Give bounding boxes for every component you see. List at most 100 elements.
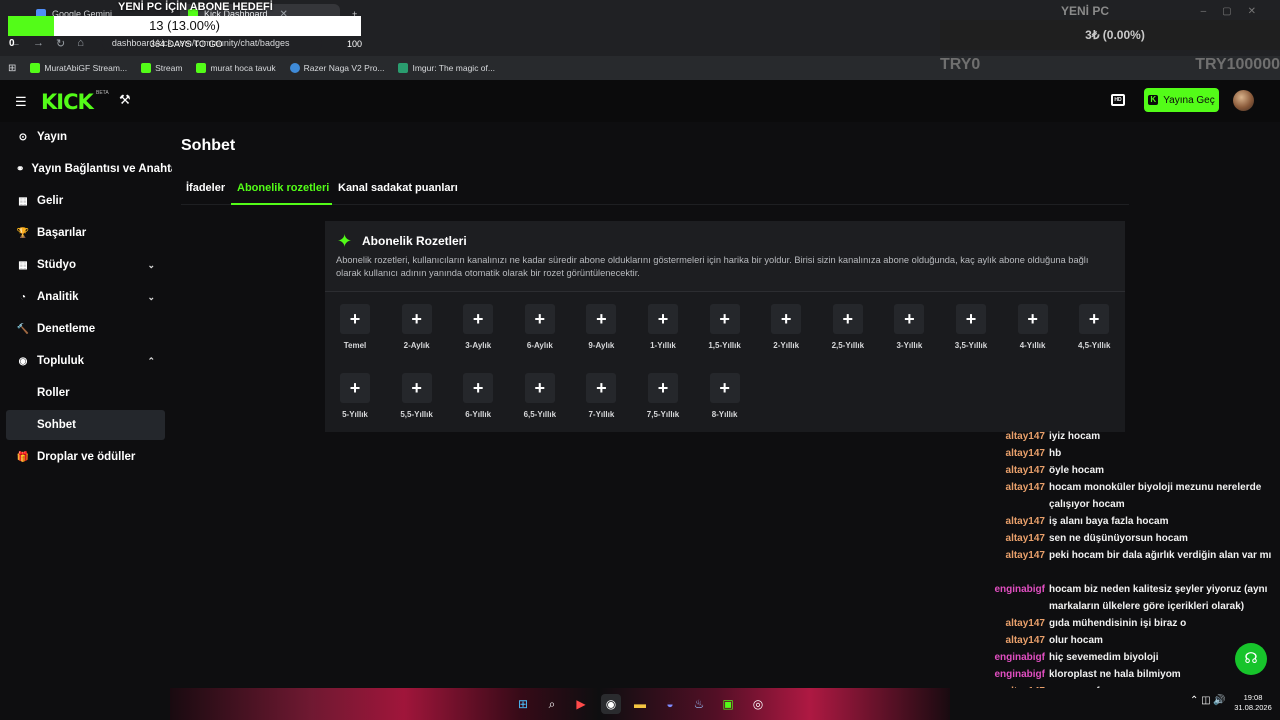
- sidebar-item-studio[interactable]: ▦ Stüdyo ⌄: [6, 250, 165, 280]
- chat-username[interactable]: enginabigf: [994, 649, 1045, 666]
- bookmark-item[interactable]: Stream: [141, 63, 182, 73]
- window-controls[interactable]: –▢✕: [1201, 6, 1272, 17]
- badge-slot[interactable]: +2-Yıllık: [761, 304, 811, 350]
- clock[interactable]: 19:08 31.08.2026: [1228, 693, 1278, 713]
- add-badge-plus-icon[interactable]: +: [894, 304, 925, 334]
- sidebar-item-roles[interactable]: Roller: [6, 378, 165, 408]
- badge-slot[interactable]: +3-Yıllık: [884, 304, 934, 350]
- chevron-up-icon[interactable]: ⌃: [147, 356, 155, 367]
- chevron-down-icon[interactable]: ⌄: [147, 260, 155, 271]
- badge-slot[interactable]: +3-Aylık: [453, 304, 503, 350]
- badge-slot[interactable]: +5-Yıllık: [330, 373, 380, 419]
- badge-slot[interactable]: +4-Yıllık: [1008, 304, 1058, 350]
- badge-slot[interactable]: +6,5-Yıllık: [515, 373, 565, 419]
- add-badge-plus-icon[interactable]: +: [524, 304, 555, 334]
- go-live-button[interactable]: K Yayına Geç: [1144, 88, 1219, 112]
- badge-slot[interactable]: + Temel: [330, 304, 380, 350]
- add-badge-plus-icon[interactable]: +: [401, 373, 432, 403]
- add-badge-plus-icon[interactable]: +: [1017, 304, 1048, 334]
- add-badge-plus-icon[interactable]: +: [832, 304, 863, 334]
- tab-emotes[interactable]: İfadeler: [186, 182, 225, 194]
- badge-slot[interactable]: +9-Aylık: [576, 304, 626, 350]
- menu-icon[interactable]: ☰: [15, 94, 27, 110]
- badge-slot[interactable]: +8-Yıllık: [700, 373, 750, 419]
- add-badge-plus-icon[interactable]: +: [1079, 304, 1110, 334]
- search-icon[interactable]: ⌕: [542, 694, 562, 714]
- add-badge-plus-icon[interactable]: +: [586, 304, 617, 334]
- add-badge-plus-icon[interactable]: +: [463, 373, 494, 403]
- chat-username[interactable]: enginabigf: [994, 581, 1045, 598]
- add-badge-plus-icon[interactable]: +: [340, 304, 370, 334]
- sidebar-item-community[interactable]: ◉ Topluluk ⌃: [6, 346, 165, 376]
- badge-slot[interactable]: +6-Yıllık: [453, 373, 503, 419]
- chat-username[interactable]: altay147: [1006, 445, 1045, 462]
- windows-start-icon[interactable]: ⊞: [513, 694, 533, 714]
- tab-subscriber-badges[interactable]: Abonelik rozetleri: [237, 182, 329, 194]
- bookmark-item[interactable]: Razer Naga V2 Pro...: [289, 63, 384, 73]
- badge-slot[interactable]: +2,5-Yıllık: [823, 304, 873, 350]
- kick-logo[interactable]: KICK: [41, 90, 94, 114]
- badge-slot[interactable]: +2-Aylık: [392, 304, 442, 350]
- add-badge-plus-icon[interactable]: +: [524, 373, 555, 403]
- kick-app-icon[interactable]: ▣: [718, 694, 738, 714]
- chrome-icon[interactable]: ◉: [601, 694, 621, 714]
- sidebar-item-achievements[interactable]: 🏆 Başarılar: [6, 218, 165, 248]
- support-icon[interactable]: ☊: [1235, 643, 1267, 675]
- chat-username[interactable]: altay147: [1006, 479, 1045, 496]
- chat-overlay: altay147 iyiz hocam altay147 hb altay147 öyle…: [990, 430, 1280, 688]
- chat-username[interactable]: altay147: [1006, 430, 1045, 445]
- add-badge-plus-icon[interactable]: +: [709, 304, 740, 334]
- sidebar-item-label: Gelir: [37, 195, 64, 207]
- chat-username[interactable]: altay147: [1006, 547, 1045, 564]
- chevron-down-icon[interactable]: ⌄: [147, 292, 155, 303]
- chat-username[interactable]: altay147: [1006, 615, 1045, 632]
- system-tray[interactable]: ⌃ ◫ 🔊: [1190, 695, 1226, 706]
- add-badge-plus-icon[interactable]: +: [648, 304, 678, 334]
- sidebar-item-yayin[interactable]: ⊙ Yayın: [6, 122, 165, 152]
- badge-slot[interactable]: +1-Yıllık: [638, 304, 688, 350]
- badge-slot[interactable]: +4,5-Yıllık: [1069, 304, 1119, 350]
- hd-icon[interactable]: HD: [1111, 94, 1125, 106]
- taskbar: ⊞ ⌕ ▶ ◉ ▬ ◒ ♨ ▣ ◎ ⌃ ◫ 🔊 19:08 31.08.2026: [0, 688, 1280, 720]
- chat-username[interactable]: altay147: [1006, 513, 1045, 530]
- add-badge-plus-icon[interactable]: +: [771, 304, 802, 334]
- bookmark-item[interactable]: murat hoca tavuk: [196, 63, 276, 73]
- chat-username[interactable]: altay147: [1006, 462, 1045, 479]
- badge-slot[interactable]: +7,5-Yıllık: [638, 373, 688, 419]
- avatar[interactable]: [1233, 90, 1254, 111]
- add-badge-plus-icon[interactable]: +: [709, 373, 740, 403]
- chat-username[interactable]: enginabigf: [994, 666, 1045, 683]
- discord-icon[interactable]: ◒: [660, 694, 680, 714]
- add-badge-plus-icon[interactable]: +: [956, 304, 986, 334]
- sidebar-item-analytics[interactable]: ◔ Analitik ⌄: [6, 282, 165, 312]
- obs-icon[interactable]: ◎: [748, 694, 768, 714]
- sidebar-item-moderation[interactable]: 🔨 Denetleme: [6, 314, 165, 344]
- badge-slot[interactable]: +7-Yıllık: [576, 373, 626, 419]
- bookmark-item[interactable]: MuratAbiGF Stream...: [30, 63, 127, 73]
- add-badge-plus-icon[interactable]: +: [586, 373, 617, 403]
- file-explorer-icon[interactable]: ▬: [630, 694, 650, 714]
- add-badge-plus-icon[interactable]: +: [401, 304, 432, 334]
- sidebar-item-drops[interactable]: 🎁 Droplar ve ödüller: [6, 442, 165, 472]
- add-badge-plus-icon[interactable]: +: [648, 373, 678, 403]
- sidebar-item-gelir[interactable]: ▦ Gelir: [6, 186, 165, 216]
- community-icon: ◉: [18, 355, 28, 367]
- badge-slot[interactable]: +5,5-Yıllık: [392, 373, 442, 419]
- tab-loyalty-points[interactable]: Kanal sadakat puanları: [338, 182, 458, 194]
- add-badge-plus-icon[interactable]: +: [463, 304, 494, 334]
- add-badge-plus-icon[interactable]: +: [340, 373, 370, 403]
- badge-slot[interactable]: +3,5-Yıllık: [946, 304, 996, 350]
- chat-username[interactable]: altay147: [1006, 632, 1045, 649]
- bookmark-item[interactable]: Imgur: The magic of...: [398, 63, 495, 73]
- creator-tools-icon[interactable]: ⚒: [119, 92, 131, 108]
- badge-slot[interactable]: +1,5-Yıllık: [700, 304, 750, 350]
- media-player-icon[interactable]: ▶: [571, 694, 591, 714]
- bookmark-label: murat hoca tavuk: [210, 63, 276, 73]
- apps-icon[interactable]: ⊞: [8, 63, 16, 74]
- badge-label: 9-Aylık: [588, 341, 615, 350]
- sidebar-item-chat[interactable]: Sohbet: [6, 410, 165, 440]
- sidebar-item-stream-key[interactable]: ⚭ Yayın Bağlantısı ve Anahtarı: [6, 154, 172, 184]
- chat-username[interactable]: altay147: [1006, 530, 1045, 547]
- steam-icon[interactable]: ♨: [689, 694, 709, 714]
- badge-slot[interactable]: +6-Aylık: [515, 304, 565, 350]
